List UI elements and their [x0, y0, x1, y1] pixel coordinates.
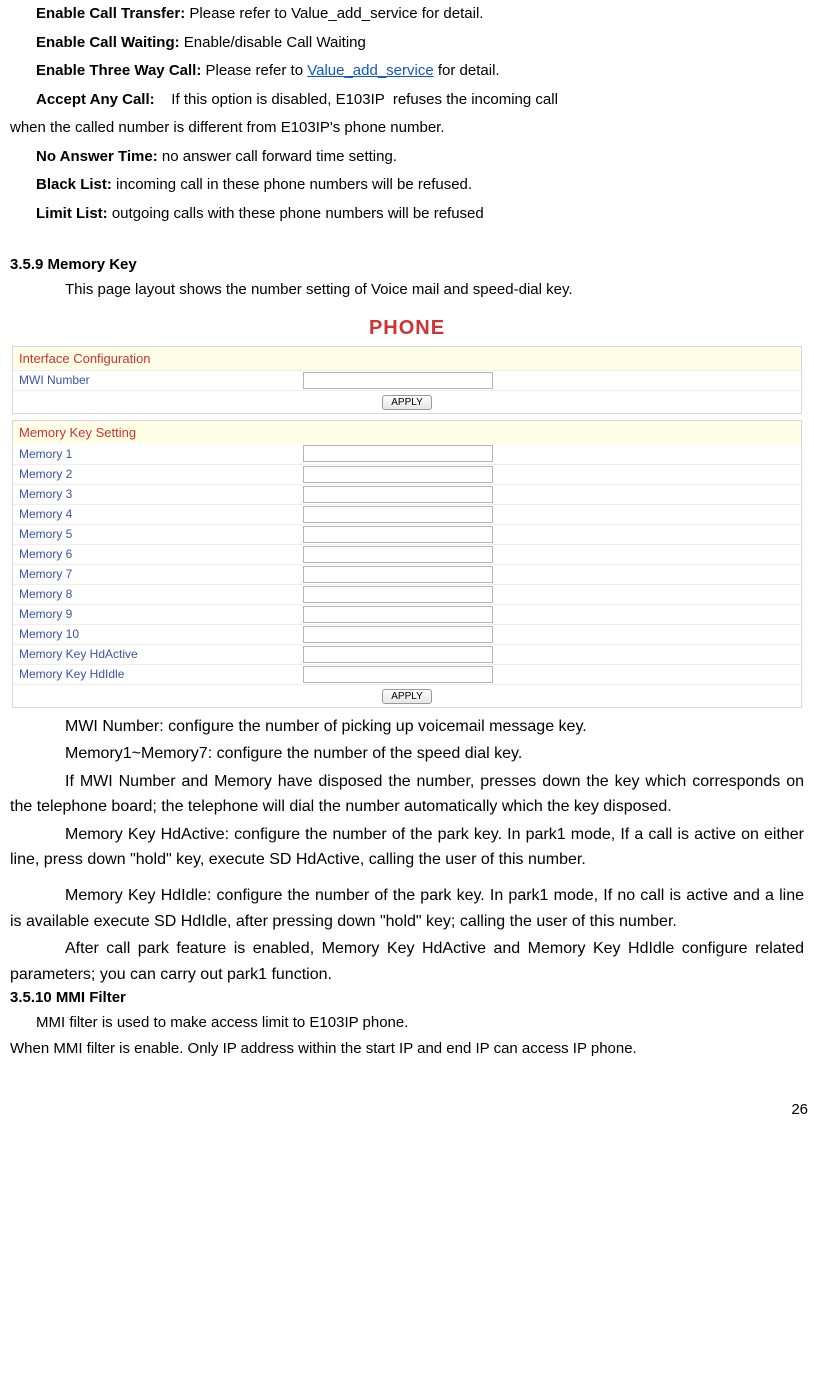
- def-black-list: Black List: incoming call in these phone…: [36, 171, 804, 200]
- memory-row: Memory 3: [13, 484, 801, 504]
- row-label: Memory 6: [13, 545, 303, 563]
- def-limit-list: Limit List: outgoing calls with these ph…: [36, 200, 804, 229]
- memory-input[interactable]: [303, 526, 493, 543]
- section-heading-memory-key: 3.5.9 Memory Key: [10, 256, 804, 273]
- def-enable-three-way-call: Enable Three Way Call: Please refer to V…: [36, 57, 804, 86]
- row-label: Memory 4: [13, 505, 303, 523]
- memory-row: Memory 7: [13, 564, 801, 584]
- cont-text: when the called number is different from…: [10, 114, 804, 143]
- memory-input[interactable]: [303, 506, 493, 523]
- text: incoming call in these phone numbers wil…: [112, 176, 472, 193]
- panel-header: Interface Configuration: [13, 347, 801, 370]
- row-label: Memory 3: [13, 485, 303, 503]
- text: Please refer to Value_add_service for de…: [185, 5, 483, 22]
- label: Black List:: [36, 176, 112, 193]
- post: for detail.: [434, 62, 500, 79]
- memory-input[interactable]: [303, 606, 493, 623]
- desc-p2: Memory1~Memory7: configure the number of…: [10, 741, 804, 767]
- lead-text: If this option is disabled, E103IP refus…: [155, 91, 558, 108]
- memory-input[interactable]: [303, 586, 493, 603]
- desc-p6: After call park feature is enabled, Memo…: [10, 936, 804, 987]
- memory-input[interactable]: [303, 626, 493, 643]
- page-number: 26: [0, 1071, 814, 1124]
- mmi-line2: When MMI filter is enable. Only IP addre…: [10, 1036, 804, 1062]
- apply-button[interactable]: APPLY: [382, 395, 432, 410]
- row-label: Memory 5: [13, 525, 303, 543]
- memory-row: Memory 6: [13, 544, 801, 564]
- desc-p4: Memory Key HdActive: configure the numbe…: [10, 822, 804, 873]
- panel-memory-key-setting: Memory Key Setting Memory 1 Memory 2 Memor…: [12, 420, 802, 708]
- text: no answer call forward time setting.: [158, 148, 397, 165]
- memory-row: Memory Key HdIdle: [13, 664, 801, 684]
- memory-input[interactable]: [303, 546, 493, 563]
- label: Limit List:: [36, 205, 108, 222]
- memory-input[interactable]: [303, 566, 493, 583]
- pre: Please refer to: [201, 62, 307, 79]
- row-label: Memory 1: [13, 445, 303, 463]
- section-intro: This page layout shows the number settin…: [10, 277, 804, 303]
- phone-title: PHONE: [10, 317, 804, 340]
- desc-p1: MWI Number: configure the number of pick…: [10, 714, 804, 740]
- section-heading-mmi-filter: 3.5.10 MMI Filter: [10, 989, 804, 1006]
- memory-input[interactable]: [303, 666, 493, 683]
- text: outgoing calls with these phone numbers …: [108, 205, 484, 222]
- mmi-line1: MMI filter is used to make access limit …: [36, 1010, 804, 1036]
- apply-button[interactable]: APPLY: [382, 689, 432, 704]
- link-value-add-service[interactable]: Value_add_service: [307, 62, 433, 79]
- memory-row: Memory 5: [13, 524, 801, 544]
- panel-interface-configuration: Interface Configuration MWI Number APPLY: [12, 346, 802, 414]
- def-enable-call-waiting: Enable Call Waiting: Enable/disable Call…: [36, 29, 804, 58]
- desc-p3: If MWI Number and Memory have disposed t…: [10, 769, 804, 820]
- memory-input[interactable]: [303, 646, 493, 663]
- memory-key-description: MWI Number: configure the number of pick…: [10, 714, 804, 988]
- text: Enable/disable Call Waiting: [180, 34, 366, 51]
- def-enable-call-transfer: Enable Call Transfer: Please refer to Va…: [36, 0, 804, 29]
- memory-row: Memory 4: [13, 504, 801, 524]
- row-label: Memory 8: [13, 585, 303, 603]
- row-label: Memory 9: [13, 605, 303, 623]
- label: No Answer Time:: [36, 148, 158, 165]
- row-label: Memory 2: [13, 465, 303, 483]
- memory-row: Memory 8: [13, 584, 801, 604]
- def-no-answer-time: No Answer Time: no answer call forward t…: [36, 143, 804, 172]
- row-label: Memory Key HdActive: [13, 645, 303, 663]
- label: Enable Call Transfer:: [36, 5, 185, 22]
- label: Accept Any Call:: [36, 91, 155, 108]
- row-label: Memory 7: [13, 565, 303, 583]
- memory-input[interactable]: [303, 466, 493, 483]
- row-label: MWI Number: [13, 371, 303, 389]
- row-label: Memory 10: [13, 625, 303, 643]
- memory-row: Memory 10: [13, 624, 801, 644]
- row-mwi-number: MWI Number: [13, 370, 801, 390]
- mwi-number-input[interactable]: [303, 372, 493, 389]
- memory-input[interactable]: [303, 486, 493, 503]
- panel-header: Memory Key Setting: [13, 421, 801, 444]
- label: Enable Call Waiting:: [36, 34, 180, 51]
- memory-row: Memory Key HdActive: [13, 644, 801, 664]
- desc-p5: Memory Key HdIdle: configure the number …: [10, 883, 804, 934]
- memory-row: Memory 9: [13, 604, 801, 624]
- memory-row: Memory 1: [13, 444, 801, 464]
- row-label: Memory Key HdIdle: [13, 665, 303, 683]
- memory-row: Memory 2: [13, 464, 801, 484]
- memory-input[interactable]: [303, 445, 493, 462]
- label: Enable Three Way Call:: [36, 62, 201, 79]
- def-accept-any-call: Accept Any Call: If this option is disab…: [10, 86, 804, 143]
